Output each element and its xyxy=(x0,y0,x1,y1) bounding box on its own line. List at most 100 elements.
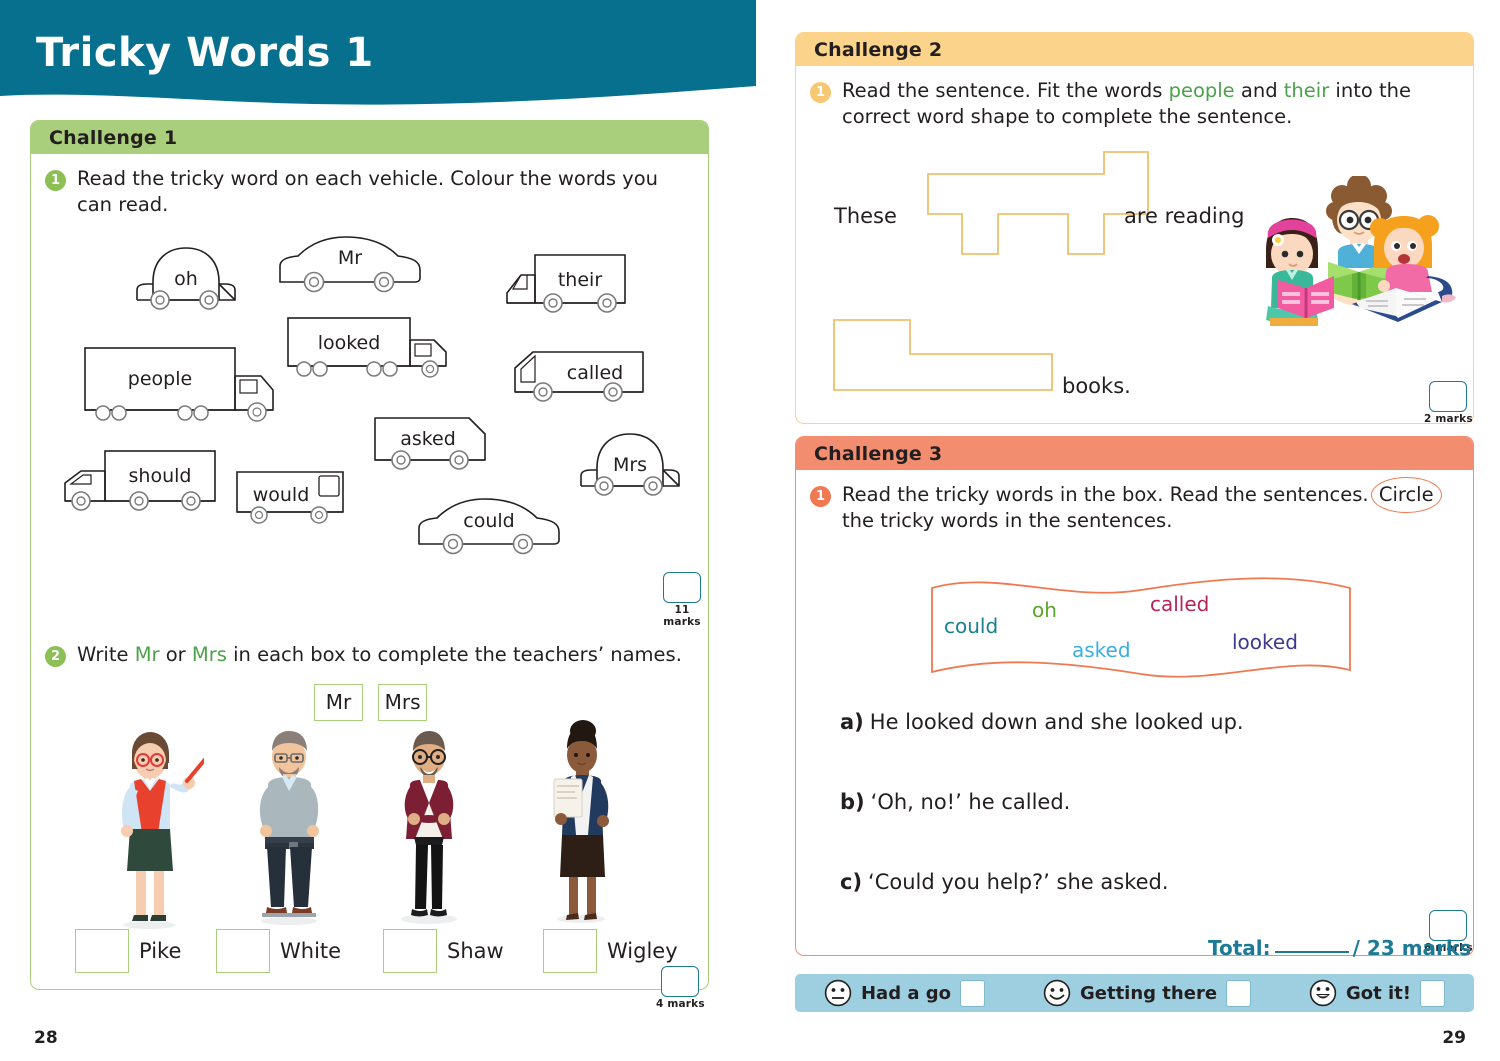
teachers-group: Pike White Shaw Wigley xyxy=(31,720,710,979)
page-title: Tricky Words 1 xyxy=(36,30,374,76)
tricky-word-could: could xyxy=(944,614,999,638)
marks-label: 4 marks xyxy=(656,998,705,1010)
question-text: Read the tricky words in the box. Read t… xyxy=(842,477,1455,534)
teacher-surname: Wigley xyxy=(607,939,678,963)
vehicle-word: their xyxy=(557,268,603,291)
vehicle-small-truck[interactable]: would xyxy=(231,462,355,524)
teacher-title-input[interactable] xyxy=(543,929,597,973)
c2-word-their: their xyxy=(1283,79,1330,102)
right-page: Challenge 2 1 Read the sentence. Fit the… xyxy=(750,0,1500,1061)
page-number-left: 28 xyxy=(34,1028,58,1048)
vehicles-group: oh Mr their looked people called asked s… xyxy=(31,232,710,562)
teacher-surname: Shaw xyxy=(447,939,504,963)
teacher-title-input[interactable] xyxy=(75,929,129,973)
self-assessment-had-a-go[interactable]: Had a go xyxy=(824,979,986,1007)
teacher-surname: Pike xyxy=(139,939,182,963)
vehicle-word: oh xyxy=(174,267,198,290)
c2-word-people: people xyxy=(1168,79,1235,102)
marks-box[interactable] xyxy=(1429,381,1468,412)
self-assessment-got-it[interactable]: Got it! xyxy=(1309,979,1445,1007)
chip-mrs[interactable]: Mrs xyxy=(378,684,428,721)
teacher-name-row-pike: Pike xyxy=(75,929,181,973)
tricky-word-asked: asked xyxy=(1072,638,1131,662)
teacher-name-row-white: White xyxy=(216,929,341,973)
vehicle-small-car-2[interactable]: Mrs xyxy=(571,428,689,496)
question-number-badge: 2 xyxy=(45,646,66,667)
teacher-title-input[interactable] xyxy=(216,929,270,973)
total-marks-row[interactable]: Total: / 23 marks xyxy=(1208,936,1471,960)
self-assessment-checkbox[interactable] xyxy=(960,979,986,1007)
vehicle-sedan-car-2[interactable]: could xyxy=(413,494,565,556)
self-assessment-getting-there[interactable]: Getting there xyxy=(1043,979,1252,1007)
vehicle-van[interactable]: called xyxy=(511,342,651,404)
teacher-title-input[interactable] xyxy=(383,929,437,973)
sentence-text: ‘Oh, no!’ he called. xyxy=(870,790,1071,814)
marks-box[interactable] xyxy=(661,966,700,997)
word-shape-people[interactable] xyxy=(856,144,1156,293)
vehicle-word: would xyxy=(252,483,310,506)
self-assessment-checkbox[interactable] xyxy=(1420,979,1445,1007)
question-text: Read the tricky word on each vehicle. Co… xyxy=(77,167,659,216)
teacher-figure-white xyxy=(229,725,349,929)
vehicle-word: looked xyxy=(317,331,381,354)
challenge-1-heading: Challenge 1 xyxy=(31,121,708,154)
question-number-badge: 1 xyxy=(810,486,831,507)
teacher-figure-shaw xyxy=(369,727,489,931)
header-banner: Tricky Words 1 xyxy=(0,0,756,116)
vehicle-word: asked xyxy=(400,427,456,450)
challenge-3-panel: Challenge 3 1 Read the tricky words in t… xyxy=(795,436,1474,960)
vehicle-lorry[interactable]: looked xyxy=(284,312,454,382)
tricky-word-looked: looked xyxy=(1232,630,1298,654)
sentence-text: He looked down and she looked up. xyxy=(869,710,1244,734)
self-assessment-label: Got it! xyxy=(1346,982,1411,1004)
marks-box[interactable] xyxy=(663,572,701,603)
mr-mrs-chip-row: Mr Mrs xyxy=(31,684,710,721)
chip-mr[interactable]: Mr xyxy=(313,684,363,721)
vehicle-word: Mrs xyxy=(612,453,648,476)
sentence-letter: c) xyxy=(840,870,863,894)
total-label: Total: xyxy=(1208,936,1271,960)
question-number-badge: 1 xyxy=(810,82,831,103)
teacher-figure-pike xyxy=(89,729,214,933)
marks-label: 11 marks xyxy=(663,604,701,628)
vehicle-minivan[interactable]: asked xyxy=(371,410,495,472)
teacher-name-row-shaw: Shaw xyxy=(383,929,504,973)
vehicle-sedan-car[interactable]: Mr xyxy=(274,232,426,294)
vehicle-word: Mr xyxy=(337,246,363,269)
question-text: Write Mr or Mrs in each box to complete … xyxy=(77,642,682,668)
word-shape-their[interactable] xyxy=(830,316,1070,400)
challenge-1-question-2: 2 Write Mr or Mrs in each box to complet… xyxy=(45,642,700,668)
c2-text-1: Read the sentence. Fit the words xyxy=(842,79,1169,102)
page-number-right: 29 xyxy=(1442,1028,1466,1048)
total-input-line[interactable] xyxy=(1274,951,1349,953)
q2-word-mrs: Mrs xyxy=(191,643,227,666)
q2-text-2: or xyxy=(159,643,192,666)
total-value: / 23 marks xyxy=(1352,936,1472,960)
self-assessment-bar: Had a go Getting there Got it! xyxy=(795,974,1474,1012)
sentence-word-these: These xyxy=(834,204,897,228)
c3-text-1: Read the tricky words in the box. Read t… xyxy=(842,483,1369,506)
sentence-words-are-reading: are reading xyxy=(1124,204,1245,228)
sentence-b[interactable]: b) ‘Oh, no!’ he called. xyxy=(840,790,1070,814)
challenge-3-heading: Challenge 3 xyxy=(796,437,1473,470)
vehicle-small-car[interactable]: oh xyxy=(127,242,245,310)
sentence-word-books: books. xyxy=(1062,374,1131,398)
circled-word-circle: Circle xyxy=(1370,477,1442,513)
question-text: Read the sentence. Fit the words people … xyxy=(842,78,1442,130)
tricky-word-called: called xyxy=(1150,592,1210,616)
vehicle-articulated-lorry[interactable]: people xyxy=(81,342,281,422)
challenge-1-q2-marks[interactable]: 4 marks xyxy=(656,966,705,1010)
tricky-words-box: could oh called asked looked xyxy=(926,576,1356,688)
challenge-2-q1-marks[interactable]: 2 marks xyxy=(1424,381,1473,425)
c3-text-2: the tricky words in the sentences. xyxy=(842,508,1173,532)
vehicle-box-van[interactable]: their xyxy=(499,245,631,315)
sentence-letter: b) xyxy=(840,790,865,814)
ellipse-highlight-icon xyxy=(1370,477,1442,513)
sentence-a[interactable]: a) He looked down and she looked up. xyxy=(840,710,1244,734)
self-assessment-checkbox[interactable] xyxy=(1226,979,1252,1007)
q2-text-1: Write xyxy=(77,643,135,666)
self-assessment-label: Getting there xyxy=(1079,982,1218,1004)
vehicle-flatbed-truck[interactable]: should xyxy=(59,447,221,513)
sentence-c[interactable]: c) ‘Could you help?’ she asked. xyxy=(840,870,1169,894)
challenge-1-q1-marks[interactable]: 11 marks xyxy=(656,572,708,628)
